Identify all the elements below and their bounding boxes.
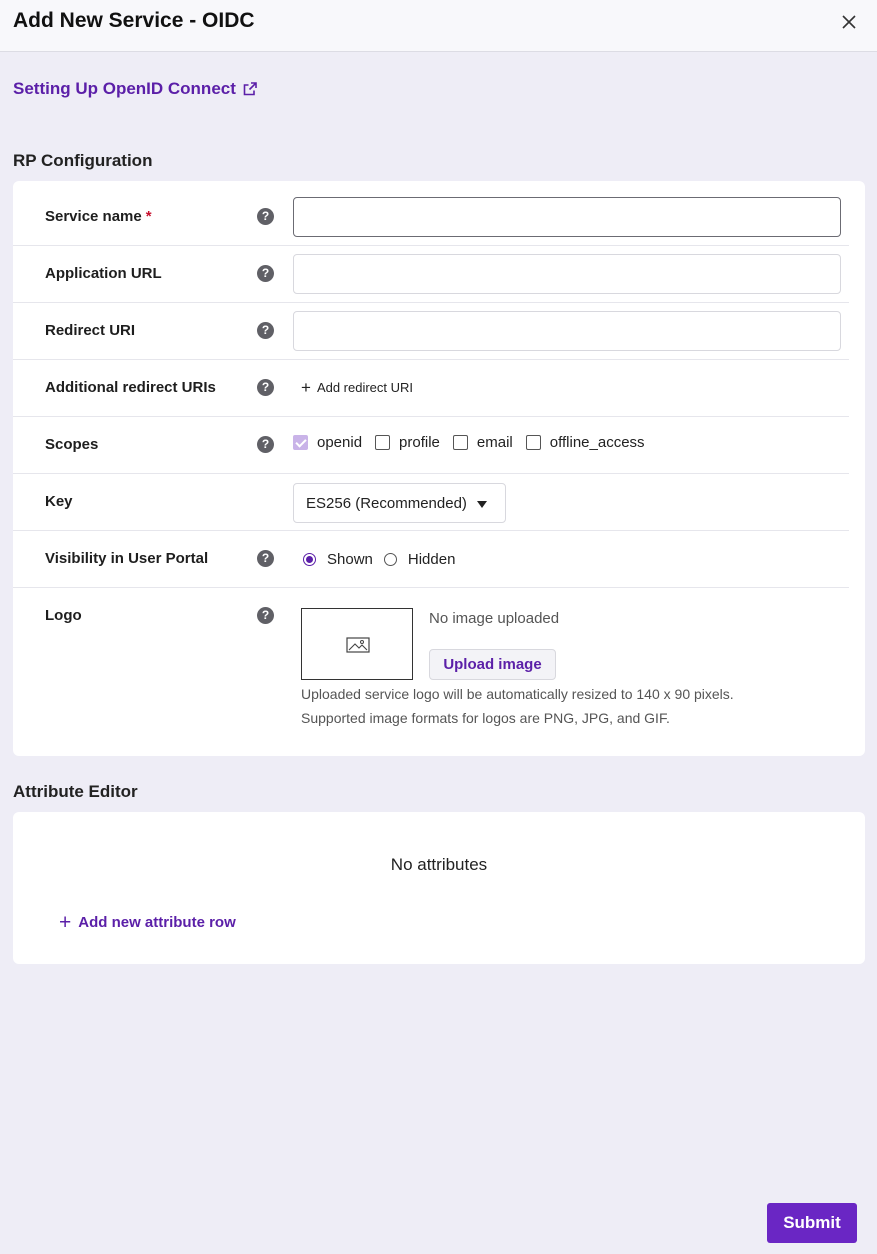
scope-openid: openid [293,434,362,451]
additional-redirect-label: Additional redirect URIs [45,379,216,396]
logo-label: Logo [45,607,82,624]
scope-email[interactable]: email [452,434,513,451]
scope-openid-label: openid [317,434,363,451]
add-redirect-uri-button[interactable]: + Add redirect URI [301,378,414,397]
scope-openid-checkbox [293,435,308,450]
scope-email-label: email [476,434,513,451]
additional-redirect-row: Additional redirect URIs ? + Add redirec… [13,360,849,417]
key-select-value: ES256 (Recommended) [306,495,467,512]
scope-email-checkbox[interactable] [452,435,468,450]
scopes-row: Scopes ? openid profile email offline_ac… [13,417,849,474]
plus-icon: + [301,378,311,397]
visibility-label: Visibility in User Portal [45,550,209,567]
visibility-row: Visibility in User Portal ? Shown Hidden [13,531,849,588]
plus-icon: + [59,911,72,934]
required-marker: * [145,208,152,225]
add-redirect-uri-label: Add redirect URI [316,380,414,395]
application-url-input[interactable] [293,254,841,294]
submit-button[interactable]: Submit [767,1203,857,1243]
setup-oidc-link[interactable]: Setting Up OpenID Connect [13,79,258,99]
redirect-uri-label: Redirect URI [45,322,136,339]
scope-profile-label: profile [399,434,440,451]
setup-oidc-link-label: Setting Up OpenID Connect [13,79,236,98]
key-row: Key ES256 (Recommended) [13,474,849,531]
logo-preview [301,608,413,680]
attribute-editor-card: No attributes + Add new attribute row [13,812,865,964]
visibility-hidden-radio[interactable] [383,553,397,566]
question-circle-icon[interactable]: ? [257,208,274,225]
visibility-hidden-option[interactable]: Hidden [383,551,456,568]
key-select[interactable]: ES256 (Recommended) [293,483,506,523]
no-attributes-text: No attributes [390,855,488,874]
redirect-uri-input[interactable] [293,311,841,351]
service-name-label: Service name * [45,208,152,225]
rp-configuration-title: RP Configuration [13,151,153,170]
question-circle-icon[interactable]: ? [257,550,274,567]
rp-configuration-card: Service name * ? Application URL ? Redire… [13,181,865,756]
visibility-shown-label: Shown [327,551,373,568]
application-url-label: Application URL [45,265,162,282]
image-placeholder-icon [346,637,370,653]
modal-title: Add New Service - OIDC [13,9,255,32]
scope-profile-checkbox[interactable] [375,435,391,450]
service-name-row: Service name * ? [13,189,849,246]
close-icon [842,15,856,29]
question-circle-icon[interactable]: ? [257,322,274,339]
close-button[interactable] [839,12,859,32]
visibility-shown-radio[interactable] [303,553,316,566]
visibility-radio-group: Shown Hidden [303,551,466,568]
question-circle-icon[interactable]: ? [257,265,274,282]
application-url-row: Application URL ? [13,246,849,303]
scope-offline-access[interactable]: offline_access [525,434,645,451]
question-circle-icon[interactable]: ? [257,607,274,624]
caret-down-icon [477,501,487,508]
service-name-input[interactable] [293,197,841,237]
logo-note-formats: Supported image formats for logos are PN… [301,710,670,726]
logo-row: Logo ? No image uploaded Upload image Up… [13,588,849,748]
attribute-editor-title: Attribute Editor [13,782,138,801]
logo-note-resize: Uploaded service logo will be automatica… [301,686,734,702]
visibility-shown-option[interactable]: Shown [303,551,373,568]
key-label: Key [45,493,73,510]
external-link-icon [243,82,257,96]
question-circle-icon[interactable]: ? [257,379,274,396]
scope-offline-access-checkbox[interactable] [525,435,541,450]
logo-status-text: No image uploaded [429,610,560,627]
upload-image-button[interactable]: Upload image [429,649,556,680]
question-circle-icon[interactable]: ? [257,436,274,453]
scope-profile[interactable]: profile [375,434,440,451]
scopes-label: Scopes [45,436,99,453]
add-attribute-row-label: Add new attribute row [78,914,236,931]
scopes-group: openid profile email offline_access [293,434,658,451]
modal-header: Add New Service - OIDC [0,0,877,52]
add-attribute-row-button[interactable]: + Add new attribute row [59,911,236,934]
redirect-uri-row: Redirect URI ? [13,303,849,360]
scope-offline-access-label: offline_access [549,434,645,451]
visibility-hidden-label: Hidden [407,551,456,568]
